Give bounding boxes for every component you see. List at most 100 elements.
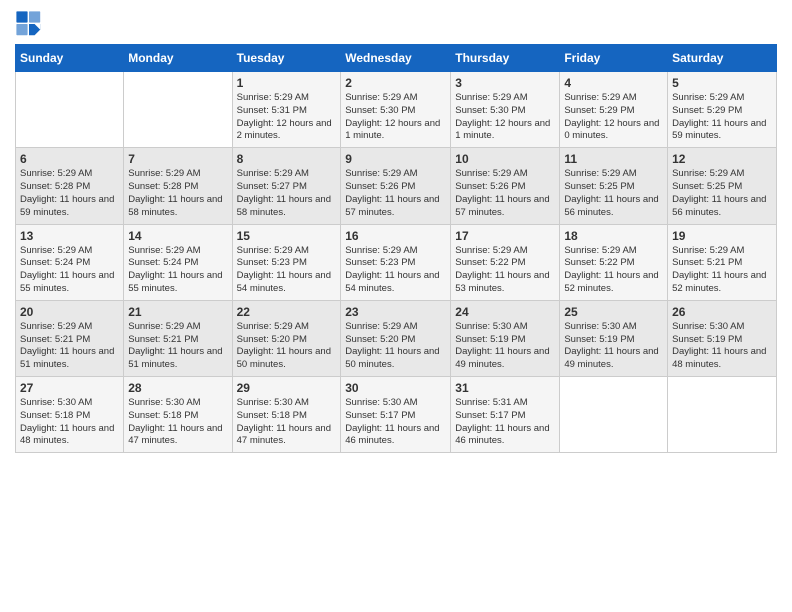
day-cell: 15 Sunrise: 5:29 AM Sunset: 5:23 PM Dayli… bbox=[232, 224, 341, 300]
day-number: 28 bbox=[128, 381, 227, 395]
header-cell-saturday: Saturday bbox=[668, 45, 777, 72]
day-number: 1 bbox=[237, 76, 337, 90]
day-cell bbox=[16, 72, 124, 148]
day-cell bbox=[668, 377, 777, 453]
cell-content: Sunrise: 5:29 AM Sunset: 5:28 PM Dayligh… bbox=[128, 168, 227, 219]
day-number: 10 bbox=[455, 152, 555, 166]
cell-content: Sunrise: 5:29 AM Sunset: 5:30 PM Dayligh… bbox=[345, 92, 446, 143]
cell-content: Sunrise: 5:29 AM Sunset: 5:25 PM Dayligh… bbox=[564, 168, 663, 219]
day-cell: 2 Sunrise: 5:29 AM Sunset: 5:30 PM Daylig… bbox=[341, 72, 451, 148]
logo-icon bbox=[15, 10, 43, 38]
cell-content: Sunrise: 5:29 AM Sunset: 5:26 PM Dayligh… bbox=[345, 168, 446, 219]
cell-content: Sunrise: 5:29 AM Sunset: 5:21 PM Dayligh… bbox=[672, 245, 772, 296]
day-cell: 12 Sunrise: 5:29 AM Sunset: 5:25 PM Dayli… bbox=[668, 148, 777, 224]
cell-content: Sunrise: 5:29 AM Sunset: 5:23 PM Dayligh… bbox=[345, 245, 446, 296]
week-row-5: 27 Sunrise: 5:30 AM Sunset: 5:18 PM Dayli… bbox=[16, 377, 777, 453]
cell-content: Sunrise: 5:30 AM Sunset: 5:17 PM Dayligh… bbox=[345, 397, 446, 448]
day-number: 31 bbox=[455, 381, 555, 395]
day-cell: 5 Sunrise: 5:29 AM Sunset: 5:29 PM Daylig… bbox=[668, 72, 777, 148]
day-number: 24 bbox=[455, 305, 555, 319]
header-cell-wednesday: Wednesday bbox=[341, 45, 451, 72]
day-cell: 23Sunrise: 5:29 AM Sunset: 5:20 PM Dayli… bbox=[341, 300, 451, 376]
cell-content: Sunrise: 5:30 AM Sunset: 5:19 PM Dayligh… bbox=[672, 321, 772, 372]
day-number: 15 bbox=[237, 229, 337, 243]
cell-content: Sunrise: 5:29 AM Sunset: 5:20 PM Dayligh… bbox=[345, 321, 446, 372]
cell-content: Sunrise: 5:29 AM Sunset: 5:22 PM Dayligh… bbox=[455, 245, 555, 296]
day-cell: 18 Sunrise: 5:29 AM Sunset: 5:22 PM Dayli… bbox=[560, 224, 668, 300]
day-number: 21 bbox=[128, 305, 227, 319]
cell-content: Sunrise: 5:29 AM Sunset: 5:20 PM Dayligh… bbox=[237, 321, 337, 372]
cell-content: Sunrise: 5:30 AM Sunset: 5:18 PM Dayligh… bbox=[237, 397, 337, 448]
cell-content: Sunrise: 5:29 AM Sunset: 5:23 PM Dayligh… bbox=[237, 245, 337, 296]
cell-content: Sunrise: 5:29 AM Sunset: 5:29 PM Dayligh… bbox=[564, 92, 663, 143]
day-cell: 19 Sunrise: 5:29 AM Sunset: 5:21 PM Dayli… bbox=[668, 224, 777, 300]
day-number: 3 bbox=[455, 76, 555, 90]
day-number: 9 bbox=[345, 152, 446, 166]
day-cell: 28 Sunrise: 5:30 AM Sunset: 5:18 PM Dayli… bbox=[124, 377, 232, 453]
cell-content: Sunrise: 5:29 AM Sunset: 5:21 PM Dayligh… bbox=[20, 321, 119, 372]
day-cell: 10Sunrise: 5:29 AM Sunset: 5:26 PM Dayli… bbox=[451, 148, 560, 224]
cell-content: Sunrise: 5:31 AM Sunset: 5:17 PM Dayligh… bbox=[455, 397, 555, 448]
day-number: 30 bbox=[345, 381, 446, 395]
day-cell: 4 Sunrise: 5:29 AM Sunset: 5:29 PM Daylig… bbox=[560, 72, 668, 148]
week-row-2: 6 Sunrise: 5:29 AM Sunset: 5:28 PM Daylig… bbox=[16, 148, 777, 224]
day-number: 6 bbox=[20, 152, 119, 166]
day-number: 2 bbox=[345, 76, 446, 90]
day-number: 22 bbox=[237, 305, 337, 319]
header-cell-monday: Monday bbox=[124, 45, 232, 72]
day-number: 4 bbox=[564, 76, 663, 90]
day-cell: 6Sunrise: 5:29 AM Sunset: 5:28 PM Daylig… bbox=[16, 148, 124, 224]
header-row: SundayMondayTuesdayWednesdayThursdayFrid… bbox=[16, 45, 777, 72]
cell-content: Sunrise: 5:29 AM Sunset: 5:29 PM Dayligh… bbox=[672, 92, 772, 143]
week-row-1: 1 Sunrise: 5:29 AM Sunset: 5:31 PM Daylig… bbox=[16, 72, 777, 148]
day-number: 19 bbox=[672, 229, 772, 243]
header-top bbox=[15, 10, 777, 38]
day-cell bbox=[124, 72, 232, 148]
week-row-3: 13 Sunrise: 5:29 AM Sunset: 5:24 PM Dayli… bbox=[16, 224, 777, 300]
cell-content: Sunrise: 5:29 AM Sunset: 5:24 PM Dayligh… bbox=[20, 245, 119, 296]
week-row-4: 20 Sunrise: 5:29 AM Sunset: 5:21 PM Dayli… bbox=[16, 300, 777, 376]
day-number: 14 bbox=[128, 229, 227, 243]
cell-content: Sunrise: 5:29 AM Sunset: 5:30 PM Dayligh… bbox=[455, 92, 555, 143]
day-number: 12 bbox=[672, 152, 772, 166]
day-cell: 25Sunrise: 5:30 AM Sunset: 5:19 PM Dayli… bbox=[560, 300, 668, 376]
cell-content: Sunrise: 5:29 AM Sunset: 5:25 PM Dayligh… bbox=[672, 168, 772, 219]
cell-content: Sunrise: 5:30 AM Sunset: 5:18 PM Dayligh… bbox=[128, 397, 227, 448]
calendar-table: SundayMondayTuesdayWednesdayThursdayFrid… bbox=[15, 44, 777, 453]
day-cell: 3 Sunrise: 5:29 AM Sunset: 5:30 PM Daylig… bbox=[451, 72, 560, 148]
day-cell: 7 Sunrise: 5:29 AM Sunset: 5:28 PM Daylig… bbox=[124, 148, 232, 224]
day-number: 26 bbox=[672, 305, 772, 319]
day-cell: 29Sunrise: 5:30 AM Sunset: 5:18 PM Dayli… bbox=[232, 377, 341, 453]
day-number: 5 bbox=[672, 76, 772, 90]
day-cell: 16 Sunrise: 5:29 AM Sunset: 5:23 PM Dayli… bbox=[341, 224, 451, 300]
day-cell: 8Sunrise: 5:29 AM Sunset: 5:27 PM Daylig… bbox=[232, 148, 341, 224]
day-cell: 20 Sunrise: 5:29 AM Sunset: 5:21 PM Dayli… bbox=[16, 300, 124, 376]
day-number: 11 bbox=[564, 152, 663, 166]
cell-content: Sunrise: 5:30 AM Sunset: 5:19 PM Dayligh… bbox=[455, 321, 555, 372]
day-cell: 13 Sunrise: 5:29 AM Sunset: 5:24 PM Dayli… bbox=[16, 224, 124, 300]
day-number: 18 bbox=[564, 229, 663, 243]
day-cell: 26 Sunrise: 5:30 AM Sunset: 5:19 PM Dayli… bbox=[668, 300, 777, 376]
cell-content: Sunrise: 5:29 AM Sunset: 5:21 PM Dayligh… bbox=[128, 321, 227, 372]
day-number: 27 bbox=[20, 381, 119, 395]
day-number: 20 bbox=[20, 305, 119, 319]
day-cell: 30 Sunrise: 5:30 AM Sunset: 5:17 PM Dayli… bbox=[341, 377, 451, 453]
header-cell-sunday: Sunday bbox=[16, 45, 124, 72]
logo bbox=[15, 10, 47, 38]
page: SundayMondayTuesdayWednesdayThursdayFrid… bbox=[0, 0, 792, 463]
day-number: 17 bbox=[455, 229, 555, 243]
day-cell: 31 Sunrise: 5:31 AM Sunset: 5:17 PM Dayli… bbox=[451, 377, 560, 453]
cell-content: Sunrise: 5:29 AM Sunset: 5:31 PM Dayligh… bbox=[237, 92, 337, 143]
cell-content: Sunrise: 5:29 AM Sunset: 5:22 PM Dayligh… bbox=[564, 245, 663, 296]
day-cell bbox=[560, 377, 668, 453]
day-cell: 17 Sunrise: 5:29 AM Sunset: 5:22 PM Dayli… bbox=[451, 224, 560, 300]
day-number: 8 bbox=[237, 152, 337, 166]
cell-content: Sunrise: 5:30 AM Sunset: 5:19 PM Dayligh… bbox=[564, 321, 663, 372]
day-number: 7 bbox=[128, 152, 227, 166]
day-number: 13 bbox=[20, 229, 119, 243]
day-number: 16 bbox=[345, 229, 446, 243]
day-cell: 24 Sunrise: 5:30 AM Sunset: 5:19 PM Dayli… bbox=[451, 300, 560, 376]
header-cell-tuesday: Tuesday bbox=[232, 45, 341, 72]
day-cell: 14Sunrise: 5:29 AM Sunset: 5:24 PM Dayli… bbox=[124, 224, 232, 300]
header-cell-friday: Friday bbox=[560, 45, 668, 72]
